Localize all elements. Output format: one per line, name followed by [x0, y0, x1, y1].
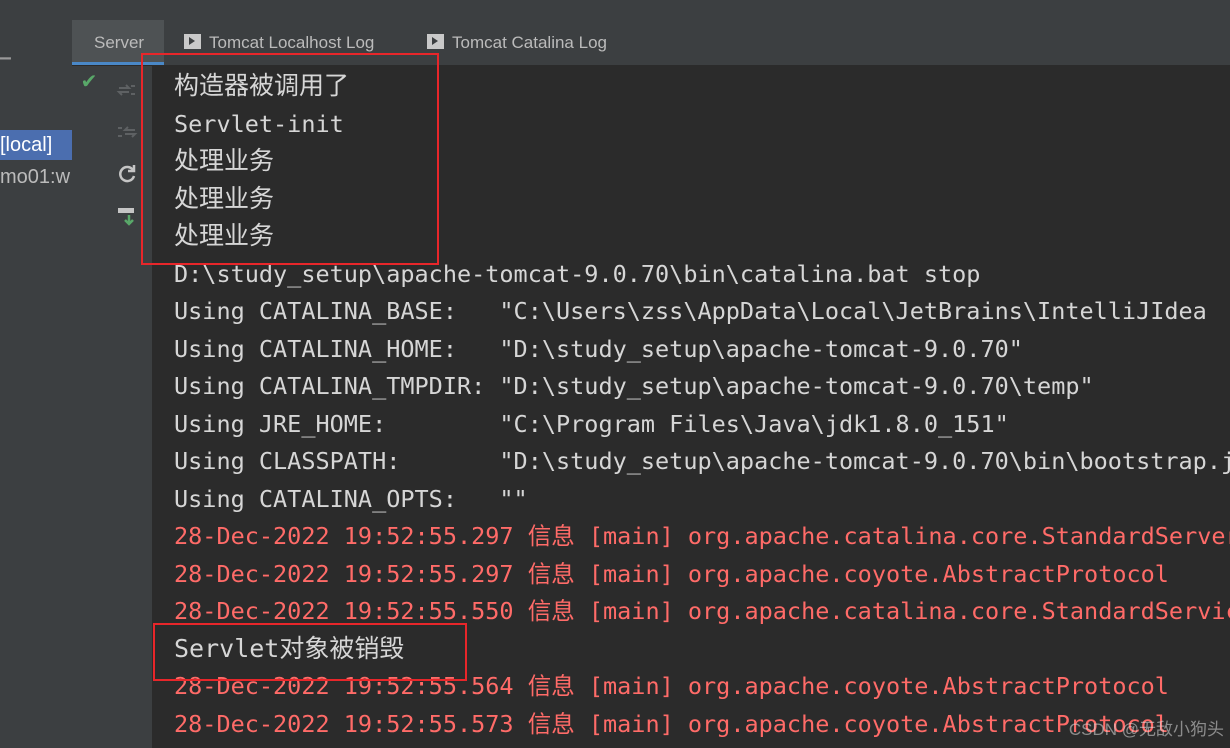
refresh-icon[interactable] — [114, 162, 140, 188]
console-line: Using JRE_HOME: "C:\Program Files\Java\j… — [174, 410, 1009, 438]
console-line: Using CATALINA_BASE: "C:\Users\zss\AppDa… — [174, 297, 1207, 325]
console-line: Servlet对象被销毁 — [174, 634, 405, 663]
tree-item-artifact[interactable]: mo01:w — [0, 162, 72, 192]
console-line: Using CATALINA_HOME: "D:\study_setup\apa… — [174, 335, 1023, 363]
tab-tomcat-catalina-log[interactable]: Tomcat Catalina Log — [427, 20, 607, 65]
deploy-icon[interactable] — [114, 78, 140, 104]
console-line-error: 28-Dec-2022 19:52:55.297 信息 [main] org.a… — [174, 560, 1169, 588]
console-line-error: 28-Dec-2022 19:52:55.550 信息 [main] org.a… — [174, 597, 1230, 625]
watermark: CSDN @无敌小狗头 — [1068, 720, 1224, 739]
check-icon: ✔ — [80, 69, 98, 93]
undeploy-icon[interactable] — [114, 120, 140, 146]
tree-item-label: [local] — [0, 134, 53, 156]
ide-window: ▁ [local] mo01:w Server Tomcat Localhost… — [0, 0, 1230, 748]
console-line: 处理业务 — [174, 146, 275, 175]
console-line-error: 28-Dec-2022 19:52:55.564 信息 [main] org.a… — [174, 672, 1169, 700]
console-line: D:\study_setup\apache-tomcat-9.0.70\bin\… — [174, 260, 981, 288]
tree-item-local[interactable]: [local] — [0, 130, 72, 160]
update-icon[interactable] — [114, 204, 140, 230]
run-toolbar: ✔ — [72, 66, 153, 748]
tab-bar: Server Tomcat Localhost Log Tomcat Catal… — [72, 20, 1230, 66]
title-strip — [0, 0, 1230, 21]
tab-label: Tomcat Catalina Log — [452, 33, 607, 52]
console-line-error: 28-Dec-2022 19:52:55.297 信息 [main] org.a… — [174, 522, 1230, 550]
log-icon — [184, 34, 201, 49]
console-line-error: 28-Dec-2022 19:52:55.573 信息 [main] org.a… — [174, 710, 1169, 738]
tree-handle[interactable]: ▁ — [0, 44, 11, 60]
console-line: Servlet-init — [174, 110, 344, 138]
console-output: 构造器被调用了 Servlet-init 处理业务 处理业务 处理业务 D:\s… — [152, 66, 1230, 748]
log-icon — [427, 34, 444, 49]
console-line: 处理业务 — [174, 221, 275, 250]
console-line: 处理业务 — [174, 184, 275, 213]
tree-item-label: mo01:w — [0, 166, 71, 188]
console-line: 构造器被调用了 — [174, 71, 350, 100]
services-tree-panel: ▁ [local] mo01:w — [0, 20, 73, 748]
tab-label: Server — [94, 33, 145, 52]
tab-server[interactable]: Server — [72, 20, 164, 65]
tab-tomcat-localhost-log[interactable]: Tomcat Localhost Log — [184, 20, 374, 65]
console-line: Using CATALINA_TMPDIR: "D:\study_setup\a… — [174, 372, 1094, 400]
tab-label: Tomcat Localhost Log — [209, 33, 375, 52]
console-line: Using CLASSPATH: "D:\study_setup\apache-… — [174, 447, 1230, 475]
console-line: Using CATALINA_OPTS: "" — [174, 485, 528, 513]
